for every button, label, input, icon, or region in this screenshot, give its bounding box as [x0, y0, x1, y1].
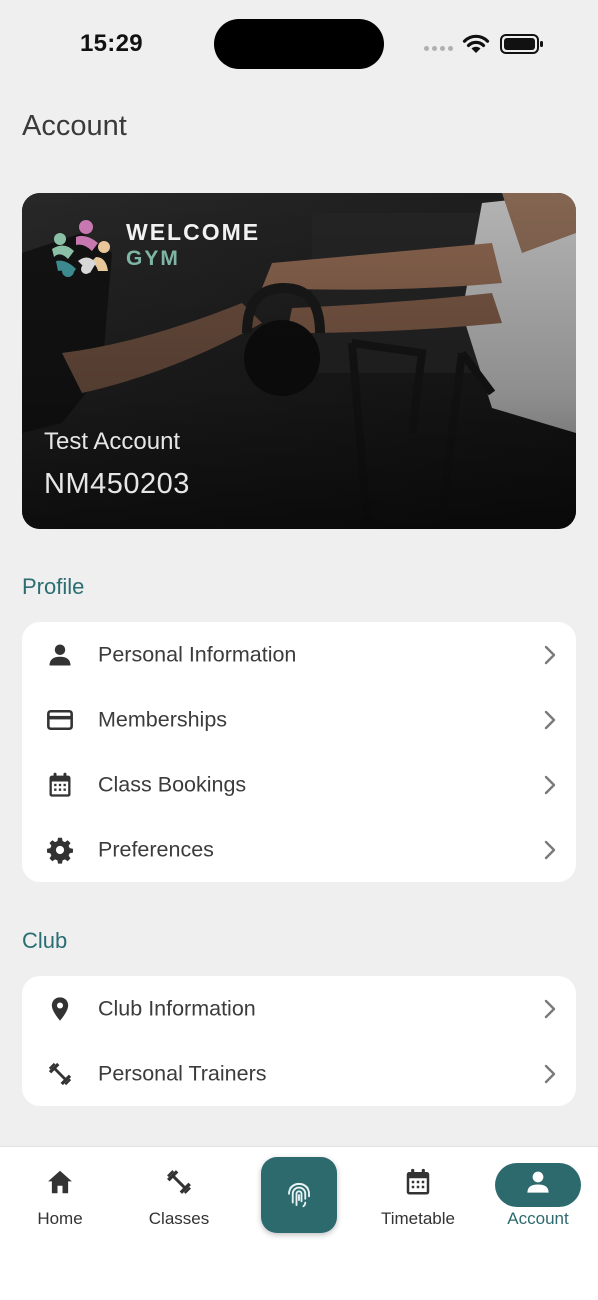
tab-account[interactable]: Account	[478, 1167, 598, 1229]
chevron-right-icon	[544, 840, 556, 859]
list-item-class-bookings[interactable]: Class Bookings	[22, 752, 576, 817]
profile-list: Personal Information Memberships Class B…	[22, 622, 576, 882]
wifi-icon	[462, 34, 490, 53]
list-item-label: Memberships	[98, 707, 228, 731]
chevron-right-icon	[544, 775, 556, 794]
status-time: 15:29	[80, 30, 143, 57]
brand-name: WELCOME GYM	[126, 219, 261, 270]
tab-label: Timetable	[380, 1209, 455, 1228]
tab-classes[interactable]: Classes	[119, 1167, 239, 1229]
chevron-right-icon	[544, 710, 556, 729]
credit-card-icon	[47, 709, 73, 730]
club-section-title: Club	[22, 928, 68, 953]
battery-icon	[500, 34, 543, 54]
dumbbell-icon	[167, 1170, 191, 1194]
home-icon	[48, 1170, 72, 1194]
list-item-personal-information[interactable]: Personal Information	[22, 622, 576, 687]
dumbbell-icon	[48, 1062, 72, 1085]
list-item-label: Class Bookings	[98, 772, 247, 796]
gear-icon	[47, 837, 73, 864]
cellular-signal-icon	[424, 46, 453, 51]
brand-line-welcome: WELCOME	[126, 219, 261, 245]
calendar-icon	[49, 772, 71, 797]
calendar-icon	[406, 1168, 430, 1195]
page-title: Account	[22, 110, 127, 142]
list-item-club-information[interactable]: Club Information	[22, 976, 576, 1041]
profile-section-title: Profile	[22, 574, 85, 599]
list-item-memberships[interactable]: Memberships	[22, 687, 576, 752]
member-name: Test Account	[44, 428, 181, 455]
tab-timetable[interactable]: Timetable	[358, 1167, 478, 1229]
list-item-label: Personal Trainers	[98, 1061, 267, 1085]
chevron-right-icon	[544, 1064, 556, 1083]
list-item-label: Preferences	[98, 837, 214, 861]
list-item-label: Club Information	[98, 996, 256, 1020]
person-icon	[49, 644, 71, 665]
welcome-gym-logo	[52, 220, 110, 277]
chevron-right-icon	[544, 999, 556, 1018]
fingerprint-icon	[288, 1182, 310, 1208]
list-item-personal-trainers[interactable]: Personal Trainers	[22, 1041, 576, 1106]
person-icon	[527, 1171, 549, 1193]
bottom-tab-bar: Home Classes Timetable Account	[0, 1146, 598, 1300]
check-in-fingerprint-button[interactable]	[261, 1157, 337, 1233]
tab-label: Classes	[148, 1209, 210, 1228]
tab-home[interactable]: Home	[0, 1167, 120, 1229]
status-bar: 15:29	[0, 0, 598, 90]
tab-label: Account	[507, 1209, 569, 1228]
dynamic-island	[214, 19, 384, 69]
chevron-right-icon	[544, 645, 556, 664]
member-id: NM450203	[44, 468, 190, 500]
list-item-label: Personal Information	[98, 642, 297, 666]
list-item-preferences[interactable]: Preferences	[22, 817, 576, 882]
location-pin-icon	[51, 996, 69, 1021]
membership-card[interactable]: WELCOME GYM Test Account NM450203	[22, 193, 576, 529]
brand-line-gym: GYM	[126, 247, 180, 270]
tab-label: Home	[37, 1209, 83, 1228]
club-list: Club Information Personal Trainers	[22, 976, 576, 1106]
